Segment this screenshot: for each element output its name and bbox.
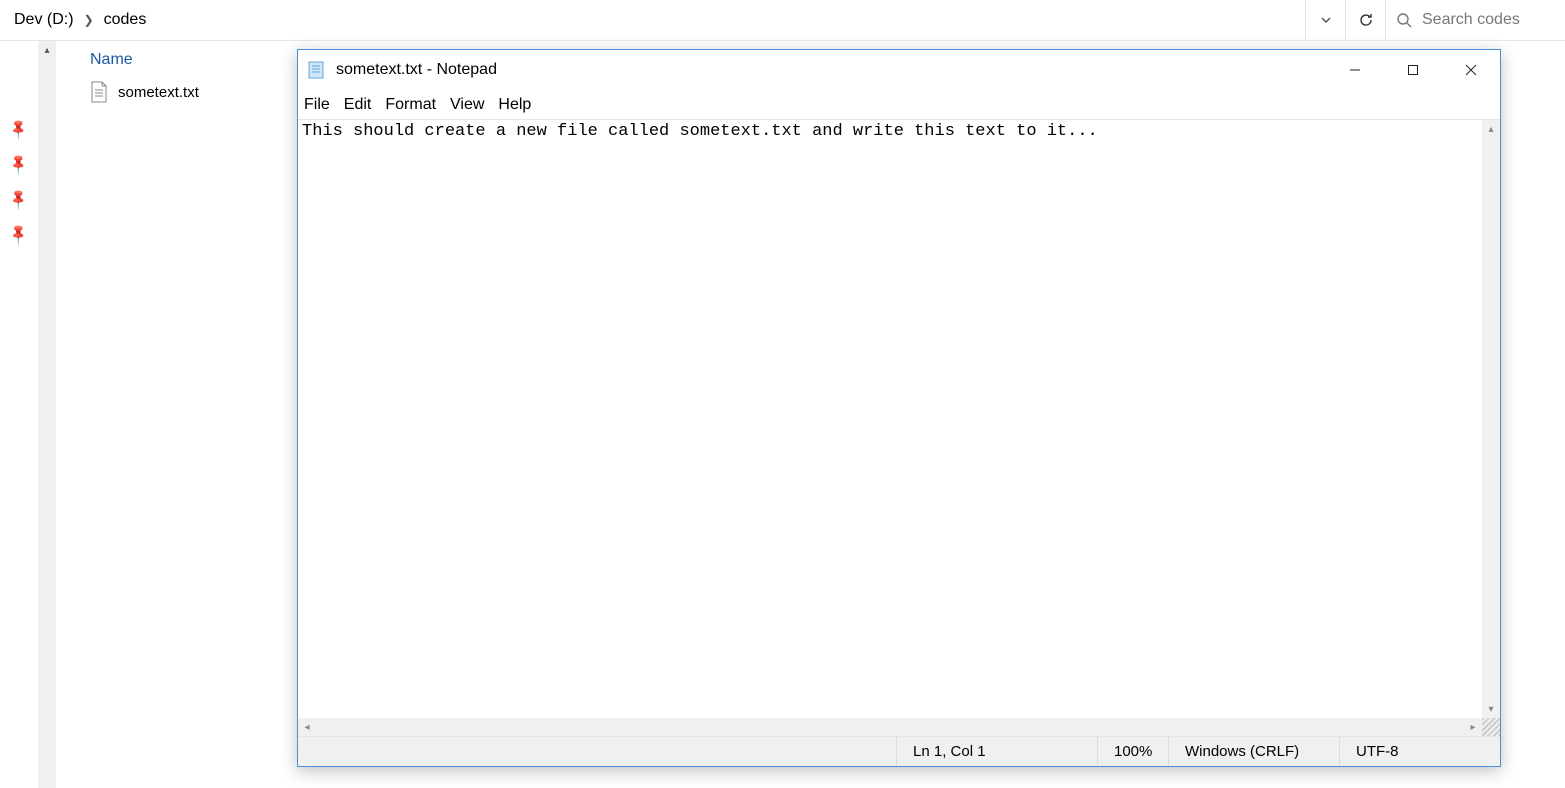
breadcrumb-item[interactable]: codes [104, 11, 147, 29]
close-button[interactable] [1442, 50, 1500, 90]
notepad-textarea[interactable]: This should create a new file called som… [298, 120, 1482, 718]
nav-scrollbar[interactable]: ▴ [38, 41, 56, 788]
refresh-button[interactable] [1345, 0, 1385, 41]
vertical-scrollbar[interactable]: ▴ ▾ [1482, 120, 1500, 718]
pin-icon: 📌 [7, 187, 31, 211]
menu-edit[interactable]: Edit [344, 96, 372, 114]
pin-icon: 📌 [7, 222, 31, 246]
notepad-menubar: File Edit Format View Help [298, 90, 1500, 120]
scroll-left-icon[interactable]: ◂ [298, 718, 316, 736]
scroll-up-icon[interactable]: ▴ [38, 41, 56, 59]
column-header-name[interactable]: Name [56, 41, 296, 77]
menu-help[interactable]: Help [498, 96, 531, 114]
scroll-up-icon[interactable]: ▴ [1482, 120, 1500, 138]
breadcrumb: Dev (D:) ❯ codes [0, 11, 146, 29]
resize-grip[interactable] [1482, 718, 1500, 736]
pin-icon: 📌 [7, 152, 31, 176]
menu-format[interactable]: Format [385, 96, 436, 114]
minimize-button[interactable] [1326, 50, 1384, 90]
notepad-icon [306, 60, 326, 80]
search-icon [1396, 12, 1412, 28]
status-position: Ln 1, Col 1 [897, 743, 1097, 760]
menu-file[interactable]: File [304, 96, 330, 114]
status-encoding: UTF-8 [1340, 743, 1500, 760]
maximize-button[interactable] [1384, 50, 1442, 90]
breadcrumb-item[interactable]: Dev (D:) [14, 11, 74, 29]
notepad-titlebar[interactable]: sometext.txt - Notepad [298, 50, 1500, 90]
address-history-dropdown[interactable] [1305, 0, 1345, 41]
text-file-icon [90, 81, 108, 103]
status-line-ending: Windows (CRLF) [1169, 743, 1339, 760]
window-title: sometext.txt - Notepad [336, 61, 497, 79]
pin-icon: 📌 [7, 117, 31, 141]
chevron-right-icon: ❯ [84, 13, 94, 27]
scroll-down-icon[interactable]: ▾ [1482, 700, 1500, 718]
search-placeholder: Search codes [1422, 11, 1520, 29]
status-zoom: 100% [1098, 743, 1168, 760]
notepad-statusbar: Ln 1, Col 1 100% Windows (CRLF) UTF-8 [298, 736, 1500, 766]
file-row[interactable]: sometext.txt [56, 77, 296, 107]
menu-view[interactable]: View [450, 96, 484, 114]
notepad-window: sometext.txt - Notepad File Edit Format … [297, 49, 1501, 767]
scroll-right-icon[interactable]: ▸ [1464, 718, 1482, 736]
horizontal-scrollbar[interactable]: ◂ ▸ [298, 718, 1500, 736]
search-input[interactable]: Search codes [1385, 0, 1565, 41]
file-name: sometext.txt [118, 84, 199, 101]
